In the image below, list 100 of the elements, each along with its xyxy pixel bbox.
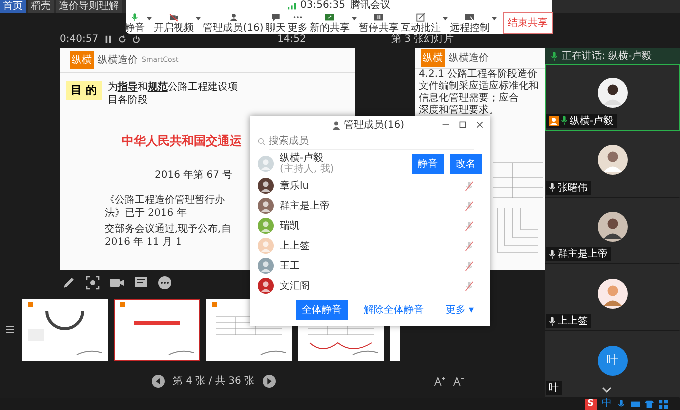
slide-text: 交部务会议通过,现予公布,自 2016 年 11 月 1 xyxy=(105,223,232,249)
keyboard-icon[interactable] xyxy=(631,400,640,408)
toolbar-button[interactable]: 互动批注 xyxy=(400,12,441,34)
mic-icon[interactable] xyxy=(617,400,626,408)
camera-icon[interactable] xyxy=(110,276,124,290)
close-icon[interactable] xyxy=(476,121,484,129)
toolbar-button[interactable]: 更多 xyxy=(288,12,308,34)
member-name: 章乐lu xyxy=(280,180,310,192)
font-smaller-icon[interactable] xyxy=(452,376,464,386)
mic-muted-icon[interactable] xyxy=(465,220,474,232)
font-larger-icon[interactable] xyxy=(434,376,445,386)
video-tile[interactable]: 上上签 xyxy=(545,264,680,332)
participant-name: 叶 xyxy=(549,382,559,395)
panel-title: 管理成员(16) xyxy=(344,118,406,132)
member-name: 上上签 xyxy=(280,240,311,252)
video-tile[interactable]: 纵横-卢毅 xyxy=(545,64,680,131)
more-button[interactable]: 更多 ▾ xyxy=(440,300,480,320)
mic-icon xyxy=(561,116,568,126)
previous-slide-icon[interactable] xyxy=(152,374,165,388)
avatar-icon xyxy=(598,145,628,176)
browser-tab[interactable]: 稻壳 xyxy=(28,0,54,13)
browser-tab[interactable]: 首页 xyxy=(0,0,26,13)
mic-muted-icon[interactable] xyxy=(465,200,474,212)
member-role: (主持人, 我) xyxy=(280,164,336,175)
toolbar-button[interactable]: 管理成员(16) xyxy=(203,12,264,34)
avatar-icon xyxy=(258,178,274,194)
chevron-down-icon[interactable] xyxy=(602,386,612,393)
slide-text: 《公路工程造价管理暂行办法》已于 2016 年 xyxy=(105,194,226,220)
video-tile[interactable]: 张曙伟 xyxy=(545,130,680,198)
caret-icon[interactable] xyxy=(442,17,448,21)
maximize-icon[interactable] xyxy=(459,121,467,129)
slide-thumbnail[interactable] xyxy=(22,299,108,361)
member-name: 瑞凯 xyxy=(280,220,301,232)
caret-icon[interactable] xyxy=(352,17,357,21)
shirt-icon[interactable] xyxy=(645,400,654,408)
member-name: 文汇阁 xyxy=(280,280,311,292)
member-name: 王工 xyxy=(280,260,301,272)
input-method-logo[interactable]: S xyxy=(584,398,597,410)
search-field[interactable]: 搜索成员 xyxy=(269,134,474,150)
slide-clock: 14:52 xyxy=(278,34,306,45)
mute-all-button[interactable]: 全体静音 xyxy=(296,300,348,320)
participant-name: 张曙伟 xyxy=(558,182,588,195)
video-tile[interactable]: 群主是上帝 xyxy=(545,198,680,264)
toolbar-button[interactable]: 暂停共享 xyxy=(358,12,399,34)
avatar-letter: 叶 xyxy=(598,346,628,376)
search-icon xyxy=(258,138,266,146)
slide-headline: 中华人民共和国交通运 xyxy=(122,133,242,150)
comment-icon[interactable] xyxy=(134,276,148,290)
caret-icon[interactable] xyxy=(492,17,497,21)
mic-icon xyxy=(549,316,556,326)
end-share-button[interactable]: 结束共享 xyxy=(502,12,553,34)
caret-icon[interactable] xyxy=(196,17,202,21)
speaking-label: 正在讲话: 纵横-卢毅 xyxy=(562,50,652,63)
mic-icon xyxy=(551,52,558,60)
toolbar-button[interactable]: 开启视频 xyxy=(154,12,194,34)
camera-off-icon xyxy=(168,12,180,22)
toolbar-button[interactable]: 聊天 xyxy=(266,12,286,34)
pause-icon[interactable] xyxy=(104,35,113,44)
mic-icon xyxy=(549,183,556,192)
pen-icon[interactable] xyxy=(62,276,76,290)
share-screen-icon xyxy=(324,12,336,22)
slide-thumbnail[interactable] xyxy=(114,299,200,361)
participant-name: 纵横-卢毅 xyxy=(570,114,614,128)
unmute-all-button[interactable]: 解除全体静音 xyxy=(358,300,430,320)
mic-muted-icon[interactable] xyxy=(465,260,474,272)
input-mode[interactable]: 中 xyxy=(602,398,612,410)
members-icon xyxy=(332,120,341,130)
mic-icon xyxy=(549,250,556,259)
brand-logo: 纵横 xyxy=(70,51,94,69)
document-number: 2016 年第 67 号 xyxy=(155,169,233,182)
video-tile[interactable]: 叶 叶 xyxy=(545,331,680,398)
participant-name: 上上签 xyxy=(558,314,588,328)
list-icon[interactable] xyxy=(6,325,14,335)
member-action-button[interactable]: 静音 xyxy=(412,154,444,174)
slide-counter: 第 4 张 / 共 36 张 xyxy=(173,374,255,388)
grid-icon[interactable] xyxy=(659,400,668,408)
caret-icon[interactable] xyxy=(147,17,152,21)
power-icon[interactable] xyxy=(132,35,141,44)
mic-muted-icon[interactable] xyxy=(465,280,474,292)
slide-caption: 第 3 张幻灯片 xyxy=(391,34,454,45)
mic-muted-icon[interactable] xyxy=(465,180,474,192)
slide-text: 为指导和规范公路工程建设项目各阶段 xyxy=(108,81,239,107)
refresh-icon[interactable] xyxy=(118,35,127,44)
purpose-label: 目 的 xyxy=(66,81,102,100)
mic-muted-icon[interactable] xyxy=(465,240,474,252)
slide-text: 4.2.1 公路工程各阶段造价文件编制采应适应标准化和信息化管理需要；应合 xyxy=(418,69,540,104)
signal-icon xyxy=(288,2,296,10)
toolbar-button[interactable]: 远程控制 xyxy=(450,12,490,34)
member-name: 群主是上帝 xyxy=(280,200,331,212)
participant-name: 群主是上帝 xyxy=(558,248,608,262)
toolbar-button[interactable]: 新的共享 xyxy=(310,12,350,34)
brand-name: 纵横造价 xyxy=(98,54,138,67)
browser-tab[interactable]: 造价导则理解 xyxy=(56,0,122,13)
member-action-button[interactable]: 改名 xyxy=(450,154,482,174)
avatar-icon xyxy=(258,258,274,274)
member-name: 纵横-卢毅 xyxy=(280,153,324,164)
more-icon[interactable] xyxy=(158,276,172,290)
meeting-clock: 03:56:35 xyxy=(300,0,346,12)
next-slide-icon[interactable] xyxy=(262,374,276,388)
screenshot-icon[interactable] xyxy=(86,276,100,290)
